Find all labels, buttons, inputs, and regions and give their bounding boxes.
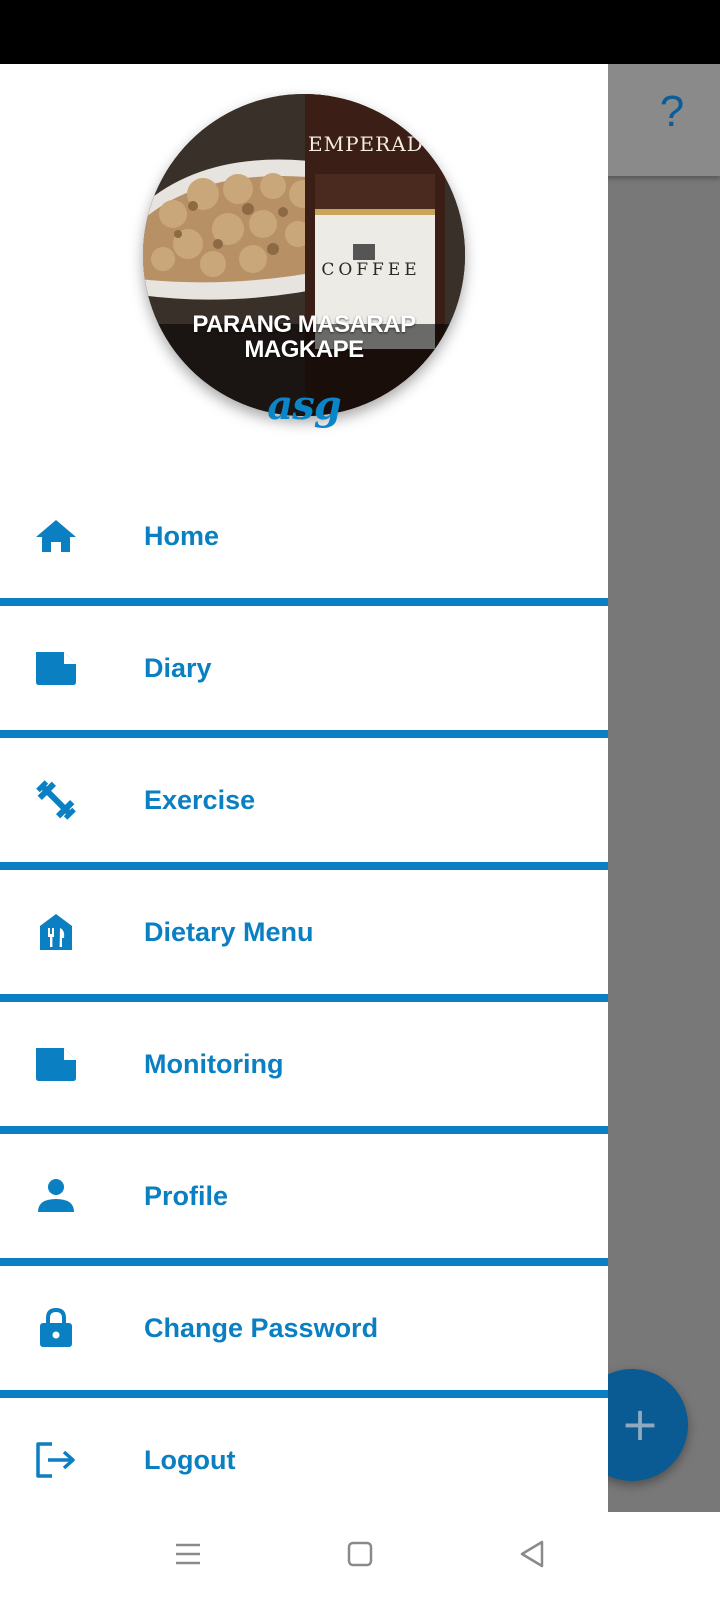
back-triangle-icon[interactable] xyxy=(512,1534,552,1574)
menu-item-label: Dietary Menu xyxy=(144,917,314,947)
username: asg xyxy=(267,382,341,429)
menu-item-label: Logout xyxy=(144,1445,236,1475)
help-icon[interactable]: ? xyxy=(654,88,690,136)
logout-icon xyxy=(34,1440,78,1480)
person-icon xyxy=(34,1176,78,1216)
bottle-brand-text: EMPERADOR xyxy=(308,132,458,156)
navigation-drawer: EMPERADOR COFFEE PARANG MASARAP MAGKAPE … xyxy=(0,64,608,1512)
menu-item-label: Diary xyxy=(144,653,212,683)
menu-divider xyxy=(0,862,608,870)
profile-avatar[interactable]: EMPERADOR COFFEE PARANG MASARAP MAGKAPE xyxy=(143,94,465,416)
menu-item-label: Profile xyxy=(144,1181,229,1211)
dumbbell-icon xyxy=(34,780,78,820)
home-icon xyxy=(34,516,78,556)
plus-icon: + xyxy=(620,1397,660,1451)
lock-icon xyxy=(34,1308,78,1348)
menu-item-home[interactable]: Home xyxy=(0,474,608,598)
menu-divider xyxy=(0,1390,608,1398)
avatar-caption: PARANG MASARAP MAGKAPE xyxy=(143,312,465,362)
menu-item-dietary-menu[interactable]: Dietary Menu xyxy=(0,870,608,994)
menu-divider xyxy=(0,598,608,606)
menu-item-exercise[interactable]: Exercise xyxy=(0,738,608,862)
menu-item-logout[interactable]: Logout xyxy=(0,1398,608,1512)
avatar-caption-line-1: PARANG MASARAP xyxy=(192,311,416,338)
bottle-label-text: COFFEE xyxy=(321,260,421,280)
restaurant-icon xyxy=(34,912,78,952)
status-bar xyxy=(0,0,720,64)
note-icon xyxy=(34,1044,78,1084)
menu-item-label: Home xyxy=(144,521,220,551)
menu-item-diary[interactable]: Diary xyxy=(0,606,608,730)
menu-icon[interactable] xyxy=(168,1534,208,1574)
avatar-caption-line-2: MAGKAPE xyxy=(244,336,364,363)
menu-divider xyxy=(0,730,608,738)
menu-item-change-password[interactable]: Change Password xyxy=(0,1266,608,1390)
menu-divider xyxy=(0,994,608,1002)
menu-item-label: Exercise xyxy=(144,785,256,815)
menu-item-label: Monitoring xyxy=(144,1049,284,1079)
menu-divider xyxy=(0,1258,608,1266)
system-navigation-bar xyxy=(0,1512,720,1600)
menu-divider xyxy=(0,1126,608,1134)
menu-item-monitoring[interactable]: Monitoring xyxy=(0,1002,608,1126)
note-icon xyxy=(34,648,78,688)
menu-item-label: Change Password xyxy=(144,1313,379,1343)
home-square-icon[interactable] xyxy=(340,1534,380,1574)
menu-item-profile[interactable]: Profile xyxy=(0,1134,608,1258)
